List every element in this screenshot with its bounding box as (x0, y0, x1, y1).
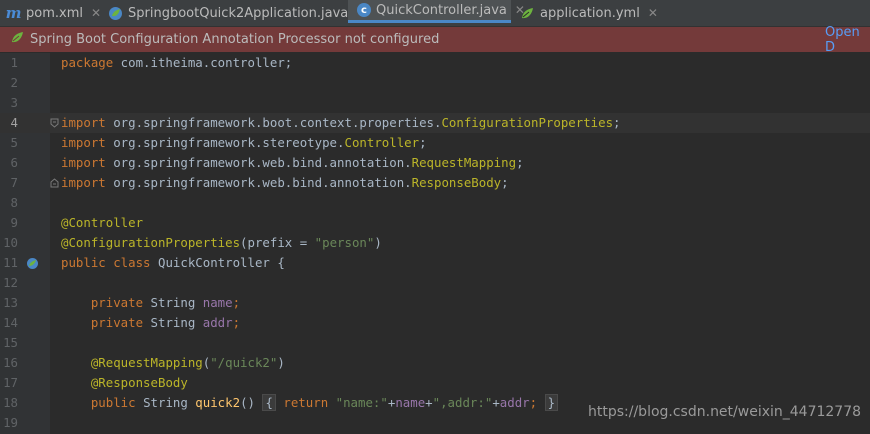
class-icon: c (357, 3, 371, 18)
tab-label: application.yml (540, 5, 640, 21)
open-documentation-link[interactable]: Open D (825, 25, 870, 55)
spring-leaf-icon (10, 30, 25, 49)
code-line: 11 public class QuickController { (0, 253, 870, 273)
code-line: 14 private String addr; (3, 315, 241, 330)
code-line: 9 @Controller (10, 215, 144, 230)
code-line: 3 (10, 95, 18, 110)
spring-boot-class-icon (108, 6, 123, 21)
code-line-current: 4 import org.springframework.boot.contex… (0, 113, 870, 133)
code-line: 16 @RequestMapping("/quick2") (3, 355, 285, 370)
tab-pom-xml[interactable]: m pom.xml ✕ (6, 0, 101, 26)
fold-icon[interactable] (50, 178, 59, 188)
code-line: 10 @ConfigurationProperties(prefix = "pe… (3, 235, 382, 250)
tab-label: pom.xml (26, 5, 83, 21)
tab-application-yml[interactable]: application.yml ✕ (520, 0, 658, 26)
tab-quick-controller[interactable]: c QuickController.java ✕ (348, 0, 525, 23)
code-line: 6 import org.springframework.web.bind.an… (10, 155, 524, 170)
code-line: 8 (10, 195, 18, 210)
tab-label: SpringbootQuick2Application.java (128, 5, 349, 21)
fold-icon[interactable] (50, 118, 59, 128)
watermark: https://blog.csdn.net/weixin_44712778 (588, 404, 862, 420)
code-line: 15 (3, 335, 18, 350)
code-line: 7 import org.springframework.web.bind.an… (10, 175, 509, 190)
code-editor[interactable]: 1 package com.itheima.controller; 2 3 4 … (0, 53, 870, 434)
editor-tab-bar: m pom.xml ✕ SpringbootQuick2Application.… (0, 0, 870, 27)
code-line: 12 (3, 275, 18, 290)
tab-label: QuickController.java (376, 2, 507, 18)
banner-message: Spring Boot Configuration Annotation Pro… (30, 32, 440, 47)
close-icon[interactable]: ✕ (91, 6, 101, 20)
notification-banner: Spring Boot Configuration Annotation Pro… (0, 25, 870, 55)
tab-springboot-application[interactable]: SpringbootQuick2Application.java ✕ (108, 0, 366, 26)
close-icon[interactable]: ✕ (648, 6, 658, 20)
code-line: 13 private String name; (3, 295, 241, 310)
maven-icon: m (5, 4, 22, 22)
code-line: 5 import org.springframework.stereotype.… (10, 135, 427, 150)
spring-yaml-icon (520, 6, 535, 21)
code-line: 2 (10, 75, 18, 90)
code-line: 1 package com.itheima.controller; (10, 55, 293, 70)
code-line: 17 @ResponseBody (3, 375, 188, 390)
